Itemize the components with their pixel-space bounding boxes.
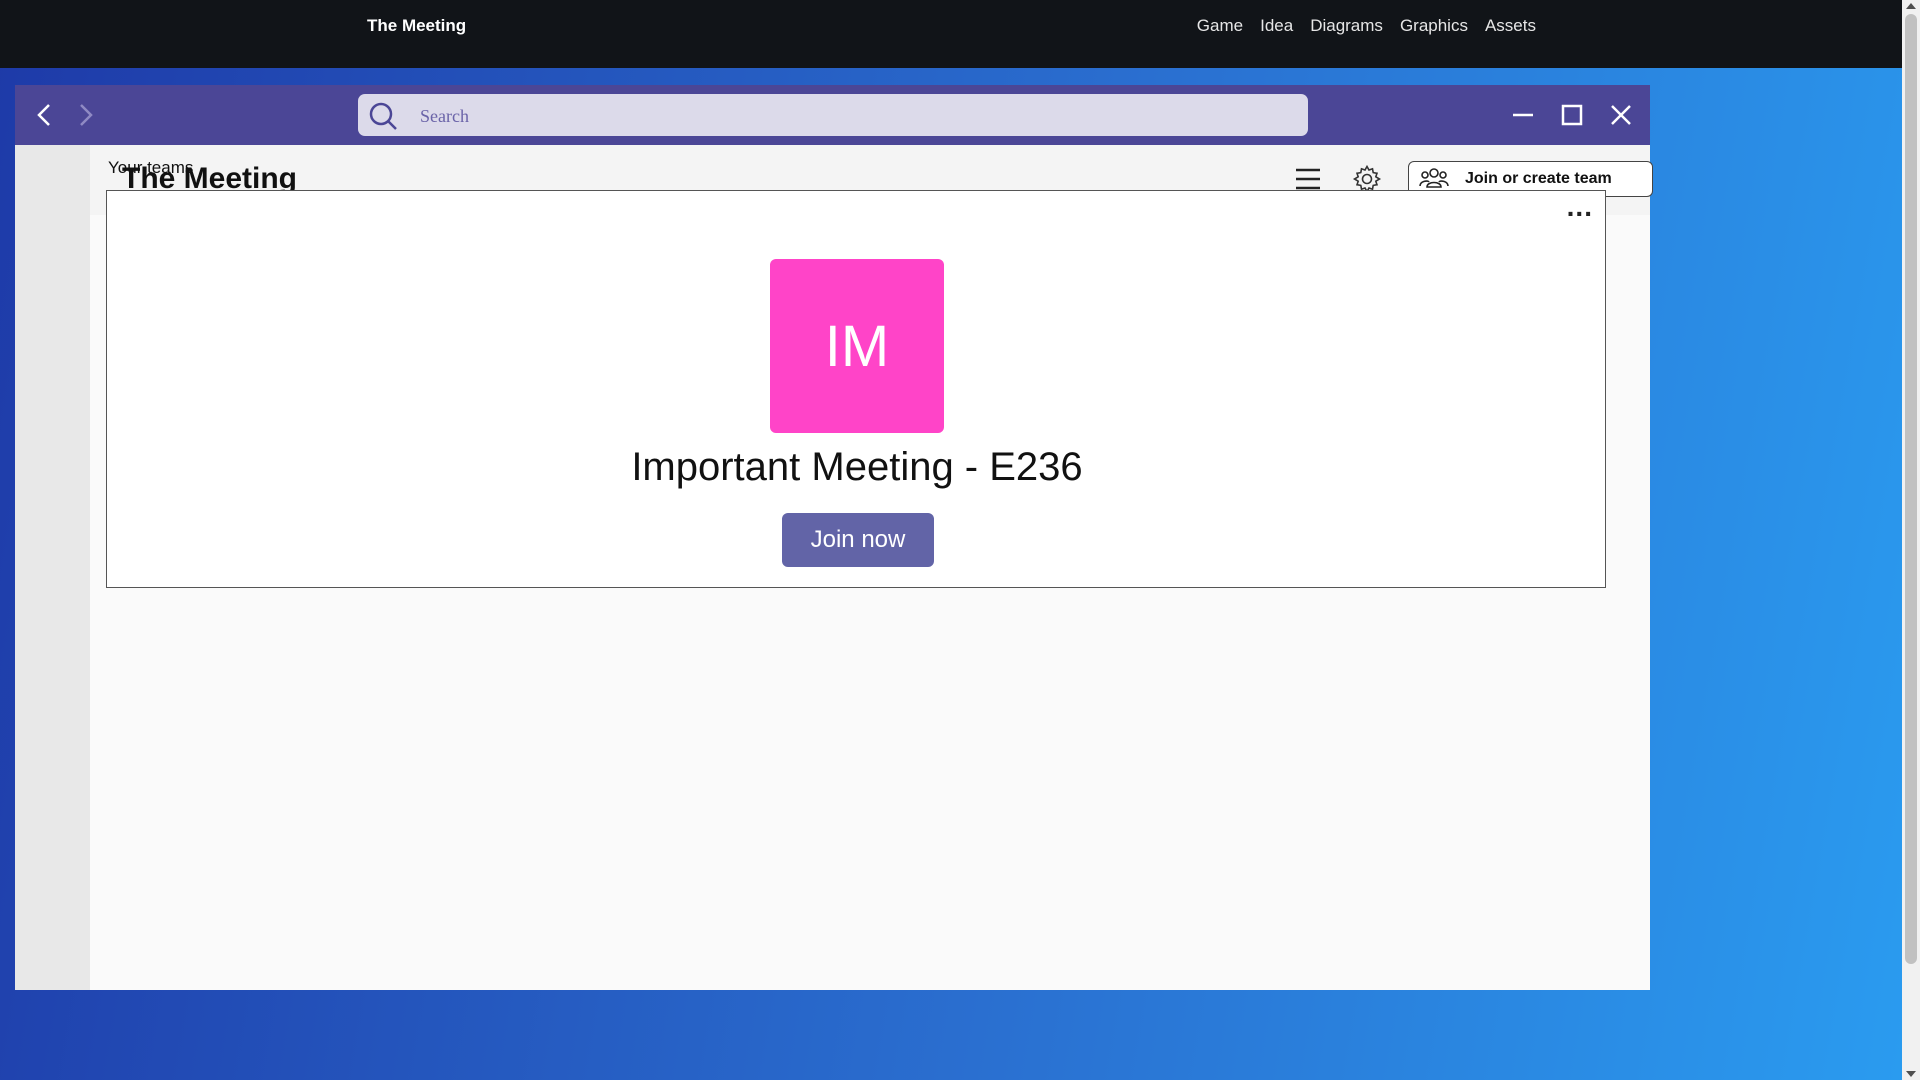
back-button[interactable]	[31, 101, 59, 129]
site-link-idea[interactable]: Idea	[1260, 16, 1293, 36]
close-icon	[1611, 105, 1631, 125]
your-teams-label: Your teams	[108, 158, 194, 177]
maximize-button[interactable]	[1557, 100, 1587, 130]
hamburger-icon	[1296, 168, 1320, 190]
forward-button[interactable]	[71, 101, 99, 129]
site-link-graphics[interactable]: Graphics	[1400, 16, 1468, 36]
search-icon	[369, 102, 397, 130]
maximize-icon	[1561, 104, 1583, 126]
scroll-down-icon[interactable]	[1906, 1071, 1916, 1077]
team-icon	[1419, 168, 1449, 188]
more-options-button[interactable]: ...	[1567, 193, 1593, 221]
site-title[interactable]: The Meeting	[367, 16, 466, 36]
team-card[interactable]: ... IM Important Meeting - E236 Join now	[106, 190, 1606, 588]
join-now-button[interactable]: Join now	[782, 513, 934, 567]
minimize-button[interactable]	[1508, 100, 1538, 130]
titlebar	[15, 85, 1650, 145]
join-or-create-team-label: Join or create team	[1465, 170, 1612, 187]
scroll-thumb[interactable]	[1905, 14, 1917, 964]
chevron-right-icon	[80, 104, 93, 126]
page-scrollbar[interactable]	[1902, 0, 1920, 1080]
chevron-left-icon	[37, 104, 50, 126]
close-button[interactable]	[1606, 100, 1636, 130]
left-rail	[15, 145, 90, 990]
minimize-icon	[1513, 113, 1533, 117]
search-box[interactable]	[358, 94, 1308, 136]
team-name: Important Meeting - E236	[631, 445, 1083, 489]
site-links: Game Idea Diagrams Graphics Assets	[1197, 16, 1536, 36]
team-avatar: IM	[770, 259, 944, 433]
site-link-assets[interactable]: Assets	[1485, 16, 1536, 36]
site-nav: The Meeting Game Idea Diagrams Graphics …	[0, 0, 1902, 68]
site-link-diagrams[interactable]: Diagrams	[1310, 16, 1383, 36]
team-initials: IM	[824, 313, 890, 379]
scroll-up-icon[interactable]	[1906, 3, 1916, 9]
search-input[interactable]	[418, 102, 1282, 130]
site-link-game[interactable]: Game	[1197, 16, 1243, 36]
